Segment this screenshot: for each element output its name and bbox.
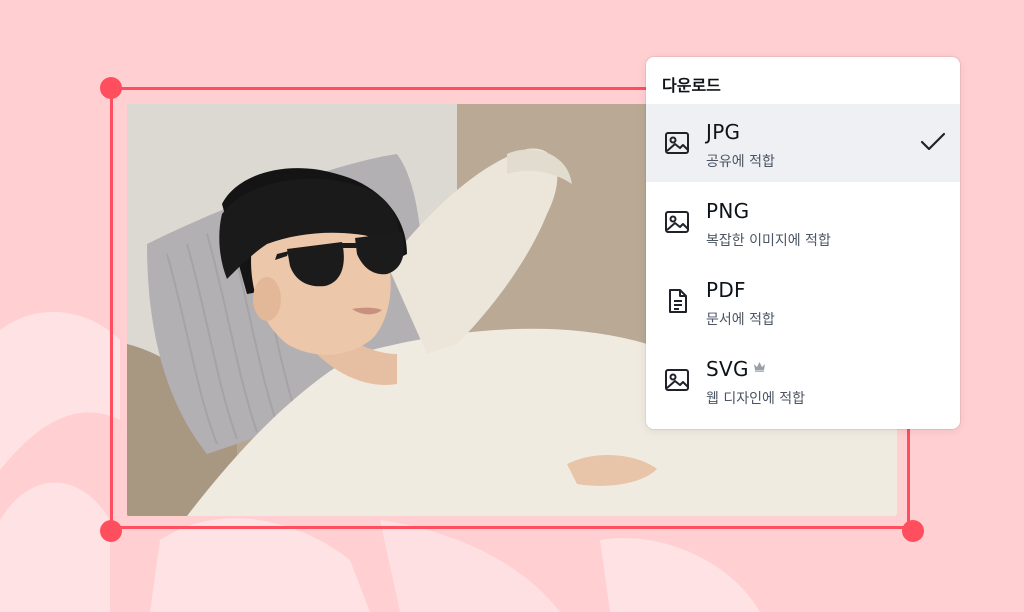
option-name: PDF xyxy=(706,278,746,302)
checkmark-icon xyxy=(920,132,946,151)
option-description: 복잡한 이미지에 적합 xyxy=(706,233,831,249)
image-icon xyxy=(665,132,689,154)
option-description: 웹 디자인에 적합 xyxy=(706,391,806,407)
resize-handle-bottom-left[interactable] xyxy=(100,520,122,542)
document-icon xyxy=(669,289,687,313)
option-name: SVG xyxy=(706,357,749,381)
option-description: 문서에 적합 xyxy=(706,312,775,328)
option-description: 공유에 적합 xyxy=(706,154,775,170)
image-icon xyxy=(665,211,689,233)
download-panel: 다운로드 JPG 공유에 적합 PNG 복잡한 이미지에 적합 PDF 문서에 … xyxy=(646,57,960,429)
option-pdf[interactable]: PDF 문서에 적합 xyxy=(646,262,960,340)
image-icon xyxy=(665,369,689,391)
option-jpg[interactable]: JPG 공유에 적합 xyxy=(646,104,960,182)
panel-title: 다운로드 xyxy=(662,76,721,95)
option-name: JPG xyxy=(706,120,741,144)
option-name: PNG xyxy=(706,199,750,223)
resize-handle-top-left[interactable] xyxy=(100,77,122,99)
crown-icon xyxy=(754,362,765,372)
option-svg[interactable]: SVG 웹 디자인에 적합 xyxy=(646,341,960,419)
resize-handle-bottom-right[interactable] xyxy=(902,520,924,542)
option-png[interactable]: PNG 복잡한 이미지에 적합 xyxy=(646,183,960,261)
